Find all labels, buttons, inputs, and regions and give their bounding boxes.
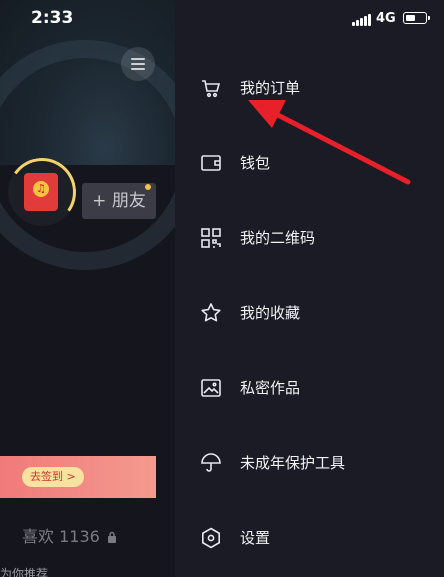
wallet-icon bbox=[199, 151, 223, 175]
signal-icon bbox=[352, 14, 372, 26]
notification-dot bbox=[145, 184, 151, 190]
recommend-snippet: 为你推荐 bbox=[0, 567, 49, 577]
menu-item-orders[interactable]: 我的订单 bbox=[175, 62, 444, 114]
menu-item-label: 我的订单 bbox=[240, 79, 301, 97]
likes-label: 喜欢 1136 bbox=[22, 527, 100, 546]
umbrella-icon bbox=[199, 451, 223, 475]
menu-item-label: 设置 bbox=[240, 529, 271, 547]
menu-item-label: 钱包 bbox=[240, 154, 271, 172]
menu-item-wallet[interactable]: 钱包 bbox=[175, 137, 444, 189]
menu-item-label: 未成年保护工具 bbox=[240, 454, 346, 472]
menu-item-label: 私密作品 bbox=[240, 379, 301, 397]
menu-item-minor-protection[interactable]: 未成年保护工具 bbox=[175, 437, 444, 489]
profile-page-background: ♫ + 朋友 去签到 > 喜欢 1136 为你推荐 bbox=[0, 0, 175, 577]
status-bar: 2:33 4G bbox=[0, 0, 444, 40]
settings-hexagon-icon bbox=[199, 526, 223, 550]
network-type: 4G bbox=[376, 11, 396, 26]
lock-icon bbox=[107, 531, 116, 543]
battery-icon bbox=[403, 12, 430, 24]
side-drawer: 我的订单 钱包 我的二维码 我的收藏 私密作品 未成年保护工具 设置 bbox=[175, 0, 444, 577]
qrcode-icon bbox=[199, 226, 223, 250]
private-image-icon bbox=[199, 376, 223, 400]
menu-item-qrcode[interactable]: 我的二维码 bbox=[175, 212, 444, 264]
red-packet-widget[interactable]: ♫ bbox=[2, 152, 82, 232]
star-icon bbox=[199, 301, 223, 325]
menu-item-private-works[interactable]: 私密作品 bbox=[175, 362, 444, 414]
menu-item-label: 我的二维码 bbox=[240, 229, 316, 247]
likes-tab[interactable]: 喜欢 1136 bbox=[22, 523, 117, 547]
red-packet-icon: ♫ bbox=[24, 173, 58, 211]
menu-item-label: 我的收藏 bbox=[240, 304, 301, 322]
checkin-button[interactable]: 去签到 > bbox=[22, 467, 84, 487]
menu-item-favorites[interactable]: 我的收藏 bbox=[175, 287, 444, 339]
status-time: 2:33 bbox=[31, 8, 74, 28]
checkin-banner[interactable]: 去签到 > bbox=[0, 456, 156, 498]
hamburger-menu-icon[interactable] bbox=[121, 47, 155, 81]
cart-icon bbox=[199, 76, 223, 100]
menu-item-settings[interactable]: 设置 bbox=[175, 512, 444, 564]
